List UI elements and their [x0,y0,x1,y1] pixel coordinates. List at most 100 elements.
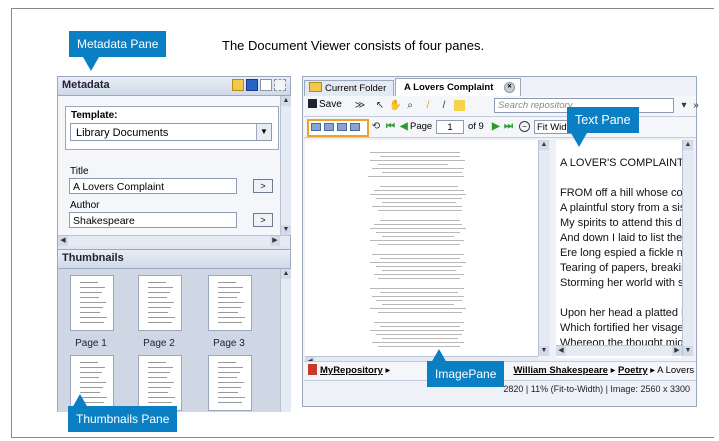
view-mode-group [307,119,369,137]
scroll-down-icon[interactable]: ▼ [539,346,549,356]
previous-page-icon[interactable]: ◀ [400,121,408,133]
scroll-up-icon[interactable]: ▲ [539,140,549,150]
pointer-icon[interactable]: ↖ [374,100,386,112]
template-select[interactable]: Library Documents ▼ [70,123,272,141]
thumbnail-text-line [218,302,244,303]
close-icon[interactable]: ✕ [504,82,515,93]
metadata-body: Template: Library Documents ▼ Title A Lo… [58,96,280,235]
thumbnail-text-line [148,362,166,363]
thumbnail-text-line [80,302,106,303]
text-line: Upon her head a platted hive of straw, [560,307,682,319]
pen-icon[interactable]: / [438,100,450,112]
tab-document[interactable]: A Lovers Complaint ✕ [395,78,521,97]
author-go-button[interactable]: > [253,213,273,227]
forward-icon[interactable]: ≫ [354,100,366,112]
template-value: Library Documents [76,127,169,139]
thumbnail-text-line [218,392,238,393]
text-vscrollbar[interactable]: ▲ ▼ [682,140,694,356]
overflow-icon[interactable]: » [690,100,702,112]
thumbnail-view-icon[interactable] [324,123,334,131]
disk-icon [308,99,317,108]
zoom-icon[interactable]: ⌕ [404,100,416,112]
thumbnail-text-line [148,312,168,313]
title-field[interactable]: A Lovers Complaint [69,178,237,194]
thumbnail-page-5[interactable] [138,355,182,411]
thumbnail-page-6[interactable] [208,355,252,411]
image-pane[interactable] [305,140,538,356]
thumbnail-text-line [148,287,173,288]
single-page-icon[interactable] [311,123,321,131]
thumbnail-page-1[interactable] [70,275,114,331]
image-vscrollbar[interactable]: ▲ ▼ [538,140,550,356]
page-number-input[interactable]: 1 [436,120,464,134]
scroll-down-icon[interactable]: ▼ [683,346,693,356]
scroll-up-icon[interactable]: ▲ [281,96,291,106]
scroll-down-icon[interactable]: ▼ [281,225,291,235]
thumbnail-text-line [148,322,172,323]
text-view-icon[interactable] [350,123,360,131]
text-line [560,171,682,186]
zoom-out-icon[interactable]: − [519,121,530,132]
author-label: Author [70,200,100,211]
metadata-vscrollbar[interactable]: ▲ ▼ [280,96,291,235]
pages-icon[interactable] [260,79,272,91]
thumbnail-text-line [218,382,244,383]
scroll-left-icon[interactable]: ◀ [58,236,68,246]
text-line: Which fortified her visage from the sun, [560,322,682,334]
sticky-note-icon[interactable] [454,100,465,111]
thumbnail-text-line [218,322,242,323]
home-icon[interactable] [246,79,258,91]
thumbnail-text-line [218,387,241,388]
first-page-icon[interactable]: ⏮ [386,121,395,133]
thumbnail-text-line [218,402,242,403]
copy-icon[interactable] [274,79,286,91]
rotate-icon[interactable]: ⟲ [370,121,382,133]
breadcrumb-item[interactable]: William Shakespeare [514,365,608,376]
left-panel: Metadata Template: Library Documents ▼ T… [57,76,291,412]
thumbnail-page-2[interactable] [138,275,182,331]
text-pane[interactable]: A LOVER'S COMPLAINT FROM off a hill whos… [556,140,682,358]
scroll-up-icon[interactable]: ▲ [281,269,291,279]
scroll-right-icon[interactable]: ▶ [270,236,280,246]
search-dropdown-icon[interactable]: ▾ [678,100,690,112]
scroll-up-icon[interactable]: ▲ [683,140,693,150]
text-line: A plaintful story from a sistering vale, [560,202,682,214]
metadata-pane-callout-label: Metadata Pane [77,37,159,51]
text-line: Storming her world with sorrow's wind an… [560,277,682,289]
thumbnail-text-line [148,367,173,368]
thumbnails-title: Thumbnails [62,252,124,264]
highlighter-icon[interactable]: / [422,100,434,112]
last-page-icon[interactable]: ⏭ [504,121,513,133]
thumbnail-text-line [218,367,243,368]
pan-hand-icon[interactable]: ✋ [389,100,401,112]
thumbnail-page-3[interactable] [208,275,252,331]
split-view-icon[interactable] [337,123,347,131]
breadcrumb-item[interactable]: Poetry [618,365,648,376]
author-field[interactable]: Shakespeare [69,212,237,228]
thumbnail-text-line [148,297,167,298]
text-line [560,291,682,306]
next-page-icon[interactable]: ▶ [492,121,500,133]
scroll-right-icon[interactable]: ▶ [672,346,682,356]
breadcrumb-item[interactable]: MyRepository [320,365,383,376]
page-1-label: Page 1 [75,338,107,349]
tab-current-folder-label: Current Folder [325,83,387,94]
title-go-button[interactable]: > [253,179,273,193]
text-hscrollbar[interactable]: ◀ ▶ [556,345,682,356]
chevron-right-icon: ▸ [610,365,619,376]
thumbnail-text-line [148,397,175,398]
metadata-hscrollbar[interactable]: ◀ ▶ [58,235,290,246]
thumbnail-text-line [80,317,107,318]
thumbnails-vscrollbar[interactable]: ▲ [280,269,291,412]
save-button[interactable]: Save [308,99,342,110]
thumbnail-text-line [148,292,170,293]
thumbnail-text-line [148,282,166,283]
chevron-down-icon[interactable]: ▼ [256,124,271,140]
thumbnail-text-line [148,302,174,303]
document-icon[interactable] [232,79,244,91]
thumbnail-text-line [218,377,237,378]
thumbnail-text-line [218,307,241,308]
thumbnail-text-line [80,312,100,313]
thumbnails-pane-callout: Thumbnails Pane [68,394,178,432]
scroll-left-icon[interactable]: ◀ [556,346,566,356]
